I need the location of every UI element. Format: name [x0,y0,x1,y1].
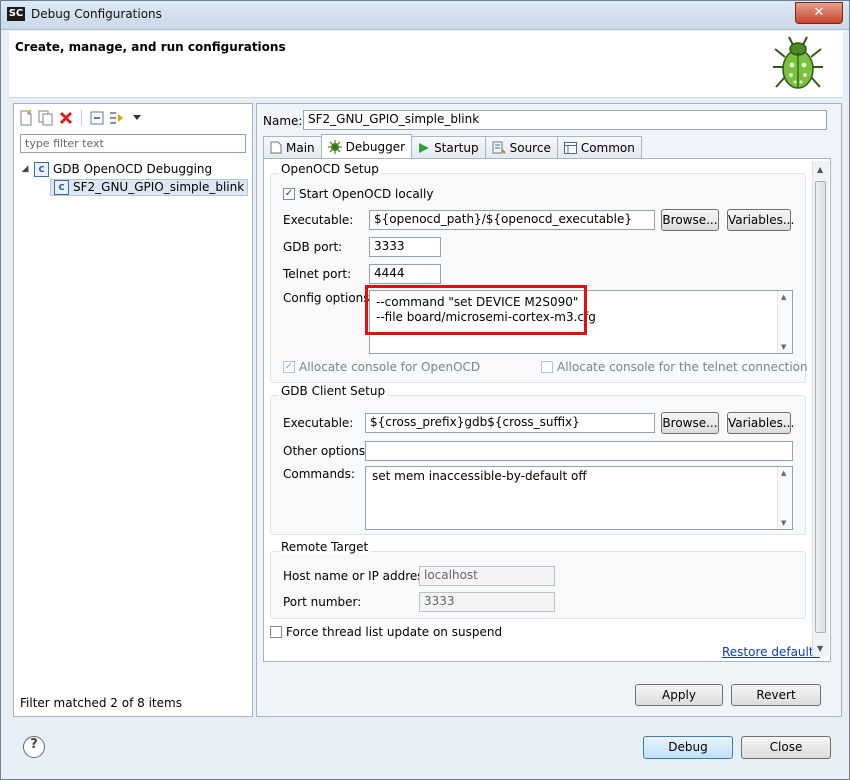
scroll-thumb[interactable] [815,181,826,633]
tree-item-sf2-blink[interactable]: C SF2_GNU_GPIO_simple_blink [20,178,249,196]
dialog-title: Create, manage, and run configurations [15,40,286,54]
duplicate-icon[interactable] [38,110,54,126]
tab-label: Source [509,140,551,155]
gdb-browse-button[interactable]: Browse... [661,412,719,434]
group-title: GDB Client Setup [279,384,388,398]
tab-debugger[interactable]: Debugger [320,134,413,158]
name-label: Name: [263,114,303,128]
commands-label: Commands: [283,467,355,481]
tab-label: Debugger [345,139,406,154]
debugger-tab-icon [327,139,342,154]
host-input[interactable]: localhost [419,566,555,586]
alloc-telnet-console-checkbox[interactable] [541,361,553,373]
name-input[interactable]: SF2_GNU_GPIO_simple_blink [303,110,827,130]
title-bar: SC Debug Configurations ✕ [1,1,849,30]
collapse-all-icon[interactable] [89,110,105,126]
group-title: Remote Target [279,540,371,554]
telnet-port-input[interactable]: 4444 [369,264,441,284]
openocd-browse-button[interactable]: Browse... [661,209,719,231]
tab-source[interactable]: Source [484,136,558,158]
main-tab-icon [270,141,282,154]
tab-label: Common [580,140,635,155]
commands-line: set mem inaccessible-by-default off [372,469,587,483]
filter-icon[interactable] [109,110,125,126]
port-number-label: Port number: [283,595,362,609]
scroll-down-icon[interactable]: ▼ [817,644,823,653]
annotation-highlight-box [365,285,587,335]
restore-defaults-link[interactable]: Restore defaults [722,645,820,659]
force-thread-checkbox[interactable] [270,626,282,638]
delete-icon[interactable] [58,110,74,126]
tree-item-label: GDB OpenOCD Debugging [53,162,213,176]
start-openocd-checkbox[interactable]: ✓ [283,188,295,200]
tree-item-gdb-openocd[interactable]: ◢ C GDB OpenOCD Debugging [20,160,248,178]
config-options-label: Config options: [283,291,374,305]
telnet-port-label: Telnet port: [283,267,352,281]
revert-button[interactable]: Revert [731,684,821,706]
commands-scrollbar[interactable]: ▲ ▼ [777,467,792,529]
startup-tab-icon [419,142,430,153]
openocd-variables-button[interactable]: Variables... [727,209,794,231]
filter-input[interactable] [20,134,246,153]
alloc-telnet-console-label: Allocate console for the telnet connecti… [557,360,808,374]
openocd-setup-group: OpenOCD Setup ✓ Start OpenOCD locally Ex… [270,162,808,383]
help-icon[interactable]: ? [23,736,45,758]
window-close-button[interactable]: ✕ [795,2,843,24]
config-tabs: Main Debugger Startup Source Common [263,134,642,158]
port-number-input[interactable]: 3333 [419,592,555,612]
config-toolbar [18,108,145,128]
config-launch-icon: C [54,179,69,195]
tab-startup[interactable]: Startup [411,136,486,158]
gdb-executable-input[interactable]: ${cross_prefix}gdb${cross_suffix} [365,413,655,433]
debug-button[interactable]: Debug [643,736,733,759]
alloc-openocd-console-checkbox[interactable]: ✓ [283,361,295,373]
common-tab-icon [563,141,577,154]
start-openocd-label: Start OpenOCD locally [299,187,434,201]
force-thread-label: Force thread list update on suspend [286,625,503,639]
scroll-up-icon[interactable]: ▲ [817,165,823,174]
commands-textarea[interactable]: set mem inaccessible-by-default off ▲ ▼ [365,466,793,530]
tree-item-label: SF2_GNU_GPIO_simple_blink [73,180,245,194]
tab-scrollbar[interactable]: ▲ ▼ [812,161,829,657]
window-title: Debug Configurations [31,7,162,21]
close-button[interactable]: Close [741,736,831,759]
remote-target-group: Remote Target Host name or IP address: l… [270,540,806,619]
config-type-icon: C [34,161,49,177]
configuration-editor-panel: Name: SF2_GNU_GPIO_simple_blink Main Deb… [256,103,842,717]
host-label: Host name or IP address: [283,569,434,583]
debug-configurations-window: SC Debug Configurations ✕ Create, manage… [0,0,850,780]
new-config-icon[interactable] [18,110,34,126]
other-options-input[interactable] [365,441,793,461]
gdb-port-input[interactable]: 3333 [369,237,441,257]
dialog-header: Create, manage, and run configurations [9,31,843,98]
source-tab-icon [492,141,506,154]
configuration-list-panel: ◢ C GDB OpenOCD Debugging C SF2_GNU_GPIO… [13,103,253,717]
openocd-executable-input[interactable]: ${openocd_path}/${openocd_executable} [369,210,655,230]
alloc-openocd-console-label: Allocate console for OpenOCD [299,360,481,374]
tree-item-selection: C SF2_GNU_GPIO_simple_blink [50,178,249,196]
config-tree: ◢ C GDB OpenOCD Debugging C SF2_GNU_GPIO… [20,160,249,196]
debugger-tab-content: OpenOCD Setup ✓ Start OpenOCD locally Ex… [263,158,831,662]
tab-label: Main [286,140,315,155]
app-icon: SC [7,7,25,21]
bug-icon [773,36,823,89]
dropdown-arrow-icon[interactable] [129,110,145,126]
apply-button[interactable]: Apply [635,684,723,706]
gdb-client-setup-group: GDB Client Setup Executable: ${cross_pre… [270,384,806,535]
expand-toggle-icon[interactable]: ◢ [20,164,30,174]
tab-main[interactable]: Main [263,136,322,158]
gdb-executable-label: Executable: [283,416,354,430]
tab-label: Startup [434,140,479,155]
tab-common[interactable]: Common [556,136,642,158]
gdb-variables-button[interactable]: Variables... [727,412,794,434]
openocd-executable-label: Executable: [283,213,354,227]
group-title: OpenOCD Setup [279,162,381,176]
filter-status: Filter matched 2 of 8 items [20,696,182,710]
gdb-port-label: GDB port: [283,240,343,254]
config-scrollbar[interactable]: ▲ ▼ [777,291,792,353]
other-options-label: Other options: [283,444,370,458]
